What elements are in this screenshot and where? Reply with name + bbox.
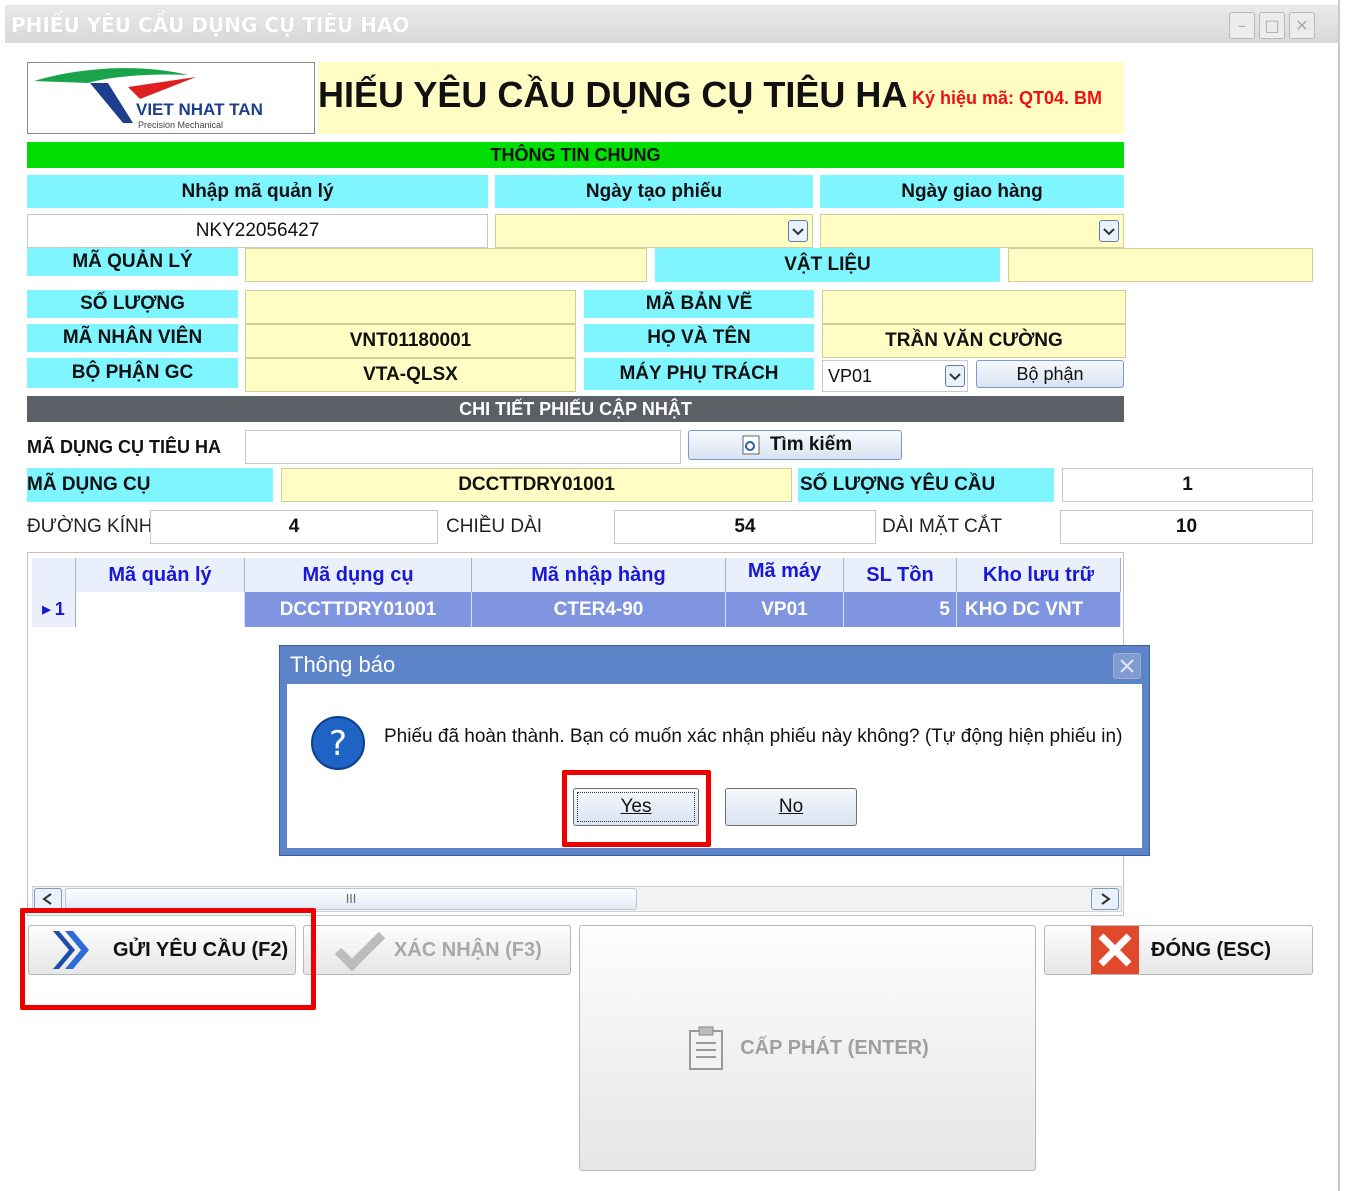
table-cell[interactable]: DCCTTDRY01001 [245, 592, 472, 627]
close-form-label: ĐÓNG (ESC) [1151, 938, 1271, 961]
row-pointer-icon: ▶ [42, 604, 51, 616]
form-title: HIẾU YÊU CẦU DỤNG CỤ TIÊU HA [318, 74, 908, 115]
table-cell[interactable]: KHO DC VNT [957, 592, 1121, 627]
search-button[interactable]: Tìm kiếm [688, 430, 902, 460]
may-select-value: VP01 [828, 365, 873, 386]
ma-nhan-vien-label: MÃ NHÂN VIÊN [27, 324, 238, 352]
row-number: 1 [54, 599, 65, 619]
duong-kinh-input[interactable]: 4 [150, 510, 438, 544]
dai-mat-cat-label: DÀI MẶT CẮT [882, 516, 1002, 537]
chieu-dai-input[interactable]: 54 [614, 510, 876, 544]
confirm-label: XÁC NHẬN (F3) [394, 938, 542, 961]
window-title: PHIẾU YÊU CẦU DỤNG CỤ TIÊU HAO [11, 13, 410, 37]
duong-kinh-label: ĐƯỜNG KÍNH [27, 516, 153, 537]
grid-header-ma-may[interactable]: Mã máy [726, 558, 844, 592]
no-button-label: No [778, 796, 804, 817]
may-phu-trach-label: MÁY PHỤ TRÁCH [584, 358, 814, 390]
close-form-button[interactable]: ĐÓNG (ESC) [1044, 925, 1313, 975]
clipboard-icon [689, 1026, 724, 1070]
ma-dctt-label: MÃ DỤNG CỤ TIÊU HA [27, 436, 221, 457]
created-date-picker[interactable] [495, 214, 813, 248]
ho-ten-label: HỌ VÀ TÊN [584, 324, 814, 352]
grid-header-ma-quan-ly[interactable]: Mã quản lý [76, 558, 245, 592]
search-icon [742, 435, 760, 455]
chevron-down-icon[interactable] [945, 365, 965, 387]
main-window: PHIẾU YÊU CẦU DỤNG CỤ TIÊU HAO – □ ✕ VIE… [0, 0, 1340, 1191]
bo-phan-label: BỘ PHẬN GC [27, 358, 238, 388]
close-x-icon [1091, 926, 1139, 974]
dialog-title: Thông báo [290, 652, 396, 677]
ma-nhan-vien-field: VNT01180001 [245, 324, 576, 358]
ma-quan-ly-field [245, 248, 647, 282]
bo-phan-button[interactable]: Bộ phận [976, 360, 1124, 388]
no-button[interactable]: No [725, 788, 857, 826]
grid-header-sl-ton[interactable]: SL Tồn [844, 558, 957, 592]
bo-phan-field: VTA-QLSX [245, 358, 576, 392]
title-bar: PHIẾU YÊU CẦU DỤNG CỤ TIÊU HAO – □ ✕ [5, 5, 1338, 43]
delivery-date-picker[interactable] [820, 214, 1124, 248]
dialog-body: ? Phiếu đã hoàn thành. Bạn có muốn xác n… [287, 684, 1142, 848]
table-cell[interactable]: 5 [844, 592, 957, 627]
table-row-indicator[interactable]: ▶ 1 [32, 592, 76, 627]
ma-ban-ve-field [822, 290, 1126, 324]
table-cell[interactable]: VP01 [726, 592, 844, 627]
checkmark-icon [334, 931, 386, 972]
grid-header-ma-dung-cu[interactable]: Mã dụng cụ [245, 558, 472, 592]
company-logo: VIET NHAT TAN Precision Mechanical [27, 62, 315, 134]
scroll-right-icon[interactable] [1091, 888, 1119, 910]
svg-text:?: ? [329, 724, 347, 764]
so-luong-yc-label: SỐ LƯỢNG YÊU CẦU [798, 468, 1054, 502]
ho-ten-field: TRẦN VĂN CƯỜNG [822, 324, 1126, 358]
created-date-label: Ngày tạo phiếu [495, 175, 813, 208]
form-code-label: Ký hiệu mã: QT04. BM [912, 88, 1103, 108]
manage-code-label: Nhập mã quản lý [27, 175, 488, 208]
dai-mat-cat-input[interactable]: 10 [1060, 510, 1313, 544]
search-button-label: Tìm kiếm [769, 434, 853, 455]
so-luong-yc-input[interactable]: 1 [1062, 468, 1313, 502]
logo-text: VIET NHAT TAN [136, 100, 263, 119]
ma-ban-ve-label: MÃ BẢN VẼ [584, 290, 814, 318]
issue-label: CẤP PHÁT (ENTER) [740, 1036, 929, 1059]
so-luong-label: SỐ LƯỢNG [27, 290, 238, 318]
grid-corner [32, 558, 76, 592]
highlight-yes-box [562, 770, 711, 847]
vat-lieu-label: VẬT LIỆU [655, 248, 1000, 282]
ma-dctt-input[interactable] [245, 430, 681, 464]
dialog-message: Phiếu đã hoàn thành. Bạn có muốn xác nhậ… [384, 726, 1123, 747]
grid-header-kho-luu-tru[interactable]: Kho lưu trữ [957, 558, 1121, 592]
ma-dung-cu-label: MÃ DỤNG CỤ [27, 468, 273, 502]
highlight-send-box [20, 908, 316, 1010]
issue-button[interactable]: CẤP PHÁT (ENTER) [579, 925, 1036, 1171]
dialog-close-icon[interactable] [1113, 653, 1141, 679]
confirm-dialog: Thông báo ? Phiếu đã hoàn thành. Bạn có … [279, 645, 1150, 856]
scroll-thumb[interactable]: III [65, 888, 637, 910]
question-icon: ? [311, 716, 365, 770]
vat-lieu-field [1008, 248, 1313, 282]
ma-dung-cu-field: DCCTTDRY01001 [281, 468, 792, 502]
logo-subtext: Precision Mechanical [138, 120, 224, 130]
so-luong-field [245, 290, 576, 324]
confirm-button[interactable]: XÁC NHẬN (F3) [303, 925, 571, 975]
minimize-icon[interactable]: – [1229, 12, 1255, 39]
chevron-down-icon[interactable] [1099, 220, 1119, 242]
maximize-icon[interactable]: □ [1259, 12, 1285, 39]
may-select[interactable]: VP01 [822, 360, 968, 392]
ma-quan-ly-label: MÃ QUẢN LÝ [27, 248, 238, 276]
table-cell[interactable] [76, 592, 245, 627]
table-cell[interactable]: CTER4-90 [472, 592, 726, 627]
section-general-title: THÔNG TIN CHUNG [27, 142, 1124, 168]
section-detail-title: CHI TIẾT PHIẾU CẬP NHẬT [27, 396, 1124, 422]
close-icon[interactable]: ✕ [1289, 12, 1315, 39]
chieu-dai-label: CHIỀU DÀI [446, 516, 543, 537]
delivery-date-label: Ngày giao hàng [820, 175, 1124, 208]
chevron-down-icon[interactable] [788, 220, 808, 242]
scroll-left-icon[interactable] [34, 888, 62, 910]
manage-code-input[interactable]: NKY22056427 [27, 214, 488, 248]
grid-header-ma-nhap-hang[interactable]: Mã nhập hàng [472, 558, 726, 592]
